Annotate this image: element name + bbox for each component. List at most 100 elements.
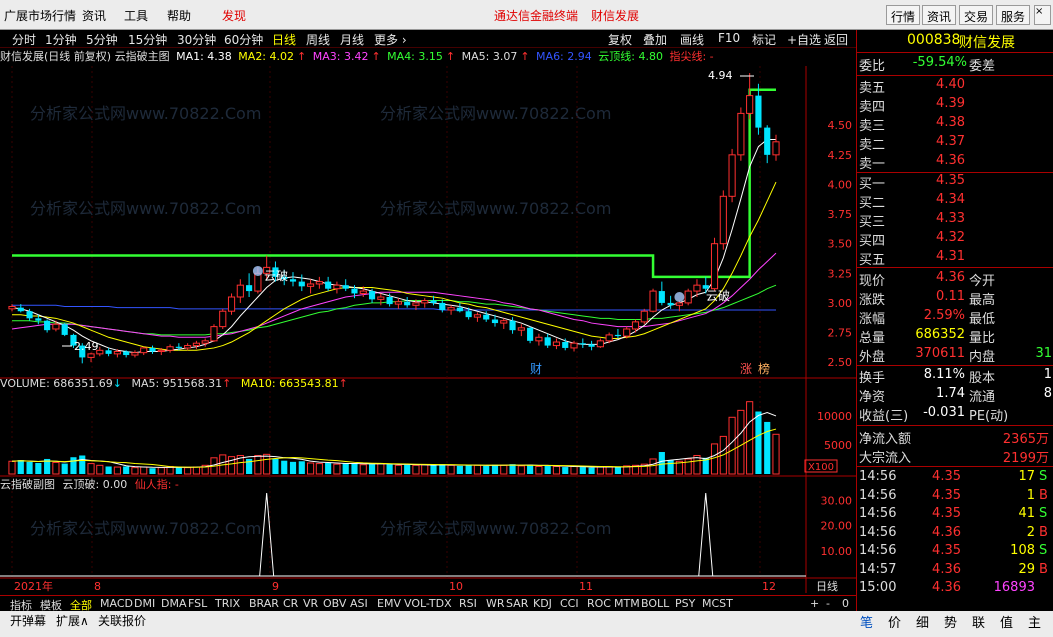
stat-row[interactable]: 总量 686352 量比 [857,327,1053,346]
indicator-tab-boll[interactable]: BOLL [641,597,669,610]
zoom-control[interactable]: + [810,597,819,610]
btn-quote[interactable]: 行情 [886,5,921,25]
buy-row[interactable]: 买二 4.34 [857,192,1053,211]
stat-row[interactable]: 净资 1.74 流通 8 [857,386,1053,405]
menu-help[interactable]: 帮助 [167,7,191,24]
stat-row[interactable]: 涨跌 0.11 最高 [857,289,1053,308]
panel-tab[interactable]: 笔 [860,612,873,631]
flow-row[interactable]: 净流入额 2365万 [857,428,1053,447]
btn-biaoji[interactable]: 标记 [752,31,776,48]
panel-tab[interactable]: 联 [972,612,985,631]
indicator-tab-vr[interactable]: VR [303,597,318,610]
zoom-control[interactable]: 0 [842,597,849,610]
tick-row[interactable]: 14:56 4.35 108 S [857,543,1053,561]
panel-tab[interactable]: 细 [916,612,929,631]
tick-row[interactable]: 14:56 4.35 17 S [857,469,1053,487]
sell-row[interactable]: 卖三 4.38 [857,115,1053,134]
stat-row[interactable]: 收益(三) -0.031 PE(动) [857,405,1053,424]
indicator-tab-asi[interactable]: ASI [350,597,368,610]
period-60min[interactable]: 60分钟 [224,31,263,48]
indicator-tab-fsl[interactable]: FSL [188,597,207,610]
period-30min[interactable]: 30分钟 [177,31,216,48]
btn-huaxian[interactable]: 画线 [680,31,704,48]
menu-market[interactable]: 广展市场行情 [4,7,76,24]
indicator-tab-dma[interactable]: DMA [161,597,187,610]
date-axis-mode: 日线 [816,579,838,593]
close-icon[interactable]: × [1034,5,1051,25]
zoom-control[interactable]: - [826,597,830,610]
cai-marker[interactable]: 财 [530,362,542,376]
btn-service[interactable]: 服务 [996,5,1031,25]
period-monthly[interactable]: 月线 [340,31,364,48]
stat-row[interactable]: 现价 4.36 今开 [857,270,1053,289]
btn-related[interactable]: 关联报价 [98,612,146,629]
link-terminal[interactable]: 通达信金融终端 [494,7,578,24]
period-more[interactable]: 更多 › [374,31,407,48]
tick-row[interactable]: 14:57 4.36 29 B [857,562,1053,580]
stat-row[interactable]: 涨幅 2.59% 最低 [857,308,1053,327]
btn-zixuan[interactable]: +自选 [787,31,821,48]
period-weekly[interactable]: 周线 [306,31,330,48]
indicator-tab-macd[interactable]: MACD [100,597,133,610]
candle-body [35,318,42,321]
btn-expand[interactable]: 扩展∧ [56,612,89,629]
buy-row[interactable]: 买四 4.32 [857,230,1053,249]
order-label: 买一 [859,177,886,192]
btn-info[interactable]: 资讯 [922,5,957,25]
btn-trade[interactable]: 交易 [959,5,994,25]
indicator-tab-brar[interactable]: BRAR [249,597,279,610]
period-15min[interactable]: 15分钟 [128,31,167,48]
sell-row[interactable]: 卖一 4.36 [857,153,1053,172]
buy-row[interactable]: 买一 4.35 [857,173,1053,192]
tick-row[interactable]: 14:56 4.35 41 S [857,506,1053,524]
indicator-tab-mtm[interactable]: MTM [614,597,640,610]
panel-tab[interactable]: 势 [944,612,957,631]
indicator-tab-dmi[interactable]: DMI [134,597,155,610]
btn-f10[interactable]: F10 [718,31,740,45]
indicator-tab-roc[interactable]: ROC [587,597,611,610]
indicator-tab-sar[interactable]: SAR [506,597,528,610]
flow-row[interactable]: 大宗流入 2199万 [857,447,1053,466]
tick-row[interactable]: 15:00 4.36 16893 [857,580,1053,598]
indicator-tab-cr[interactable]: CR [283,597,298,610]
btn-danmu[interactable]: 开弹幕 [10,612,46,629]
indicator-tab-rsi[interactable]: RSI [459,597,477,610]
indicator-tab-obv[interactable]: OBV [323,597,346,610]
menu-news[interactable]: 资讯 [82,7,106,24]
sell-row[interactable]: 卖二 4.37 [857,134,1053,153]
zhang-marker[interactable]: 涨 [740,361,752,376]
indicator-tab-wr[interactable]: WR [486,597,505,610]
period-daily[interactable]: 日线 [272,31,296,48]
buy-row[interactable]: 买五 4.31 [857,249,1053,268]
sell-row[interactable]: 卖五 4.40 [857,77,1053,96]
indicator-tab-cci[interactable]: CCI [560,597,579,610]
bang-marker[interactable]: 榜 [758,361,770,376]
btn-fuquan[interactable]: 复权 [608,31,632,48]
period-5min[interactable]: 5分钟 [86,31,118,48]
stat-row[interactable]: 换手 8.11% 股本 1 [857,367,1053,386]
tick-row[interactable]: 14:56 4.35 1 B [857,488,1053,506]
panel-tab[interactable]: 价 [888,612,901,631]
btn-back[interactable]: 返回 [824,31,848,48]
link-stock[interactable]: 财信发展 [591,7,639,24]
indicator-tab-mcst[interactable]: MCST [702,597,733,610]
period-1min[interactable]: 1分钟 [45,31,77,48]
kline-chart-area[interactable]: 4.50 4.25 4.00 3.75 3.50 3.25 3.00 2.75 2.50 1000… [0,48,856,595]
sell-row[interactable]: 卖四 4.39 [857,96,1053,115]
btn-diejia[interactable]: 叠加 [643,31,667,48]
period-fenshi[interactable]: 分时 [12,31,36,48]
indicator-tab-vol-tdx[interactable]: VOL-TDX [404,597,452,610]
stat-row[interactable]: 外盘 370611 内盘 31 [857,346,1053,365]
panel-tab[interactable]: 值 [1000,612,1013,631]
indicator-tab-psy[interactable]: PSY [675,597,695,610]
indicator-tab-emv[interactable]: EMV [377,597,401,610]
price-tick-label: 2.75 [828,327,853,340]
panel-tab[interactable]: 主 [1028,612,1041,631]
menu-discover[interactable]: 发现 [222,7,246,24]
menu-tools[interactable]: 工具 [124,7,148,24]
tick-row[interactable]: 14:56 4.36 2 B [857,525,1053,543]
indicator-tab-kdj[interactable]: KDJ [533,597,552,610]
tick-side: B [1039,487,1048,503]
buy-row[interactable]: 买三 4.33 [857,211,1053,230]
indicator-tab-trix[interactable]: TRIX [215,597,240,610]
